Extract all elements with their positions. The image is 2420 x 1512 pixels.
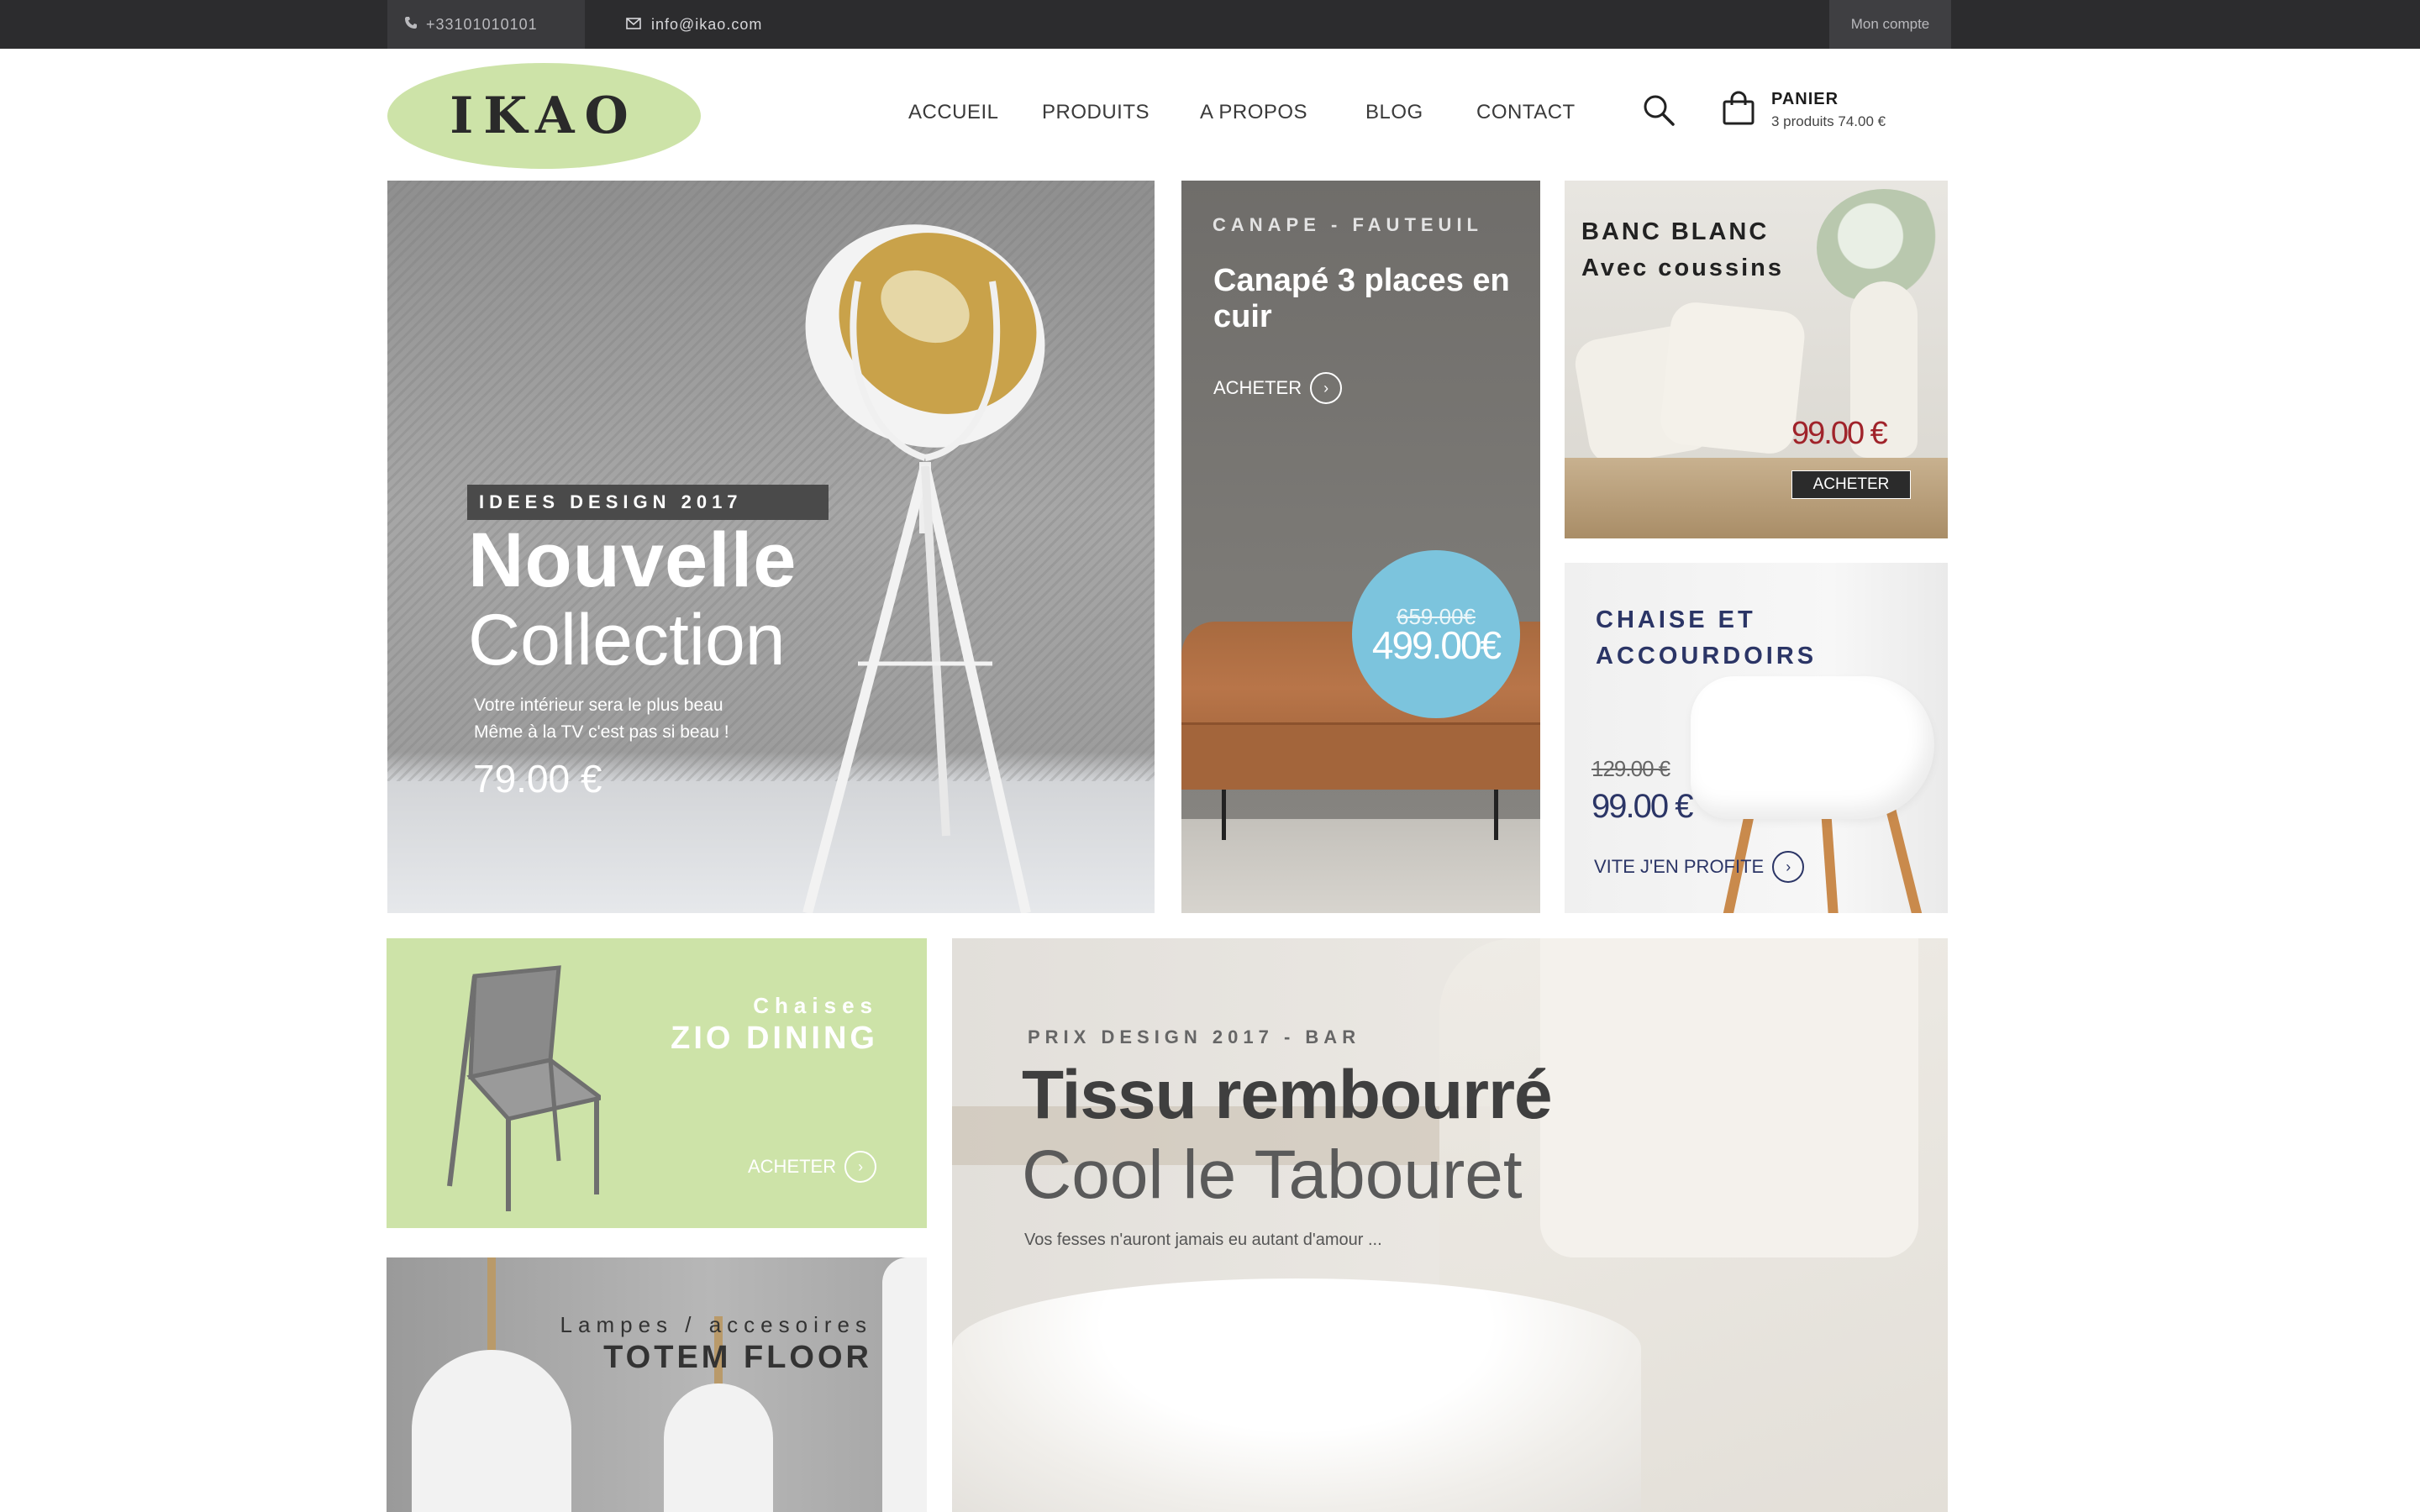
pendant-lamp-image [882, 1257, 927, 1512]
bench-subtitle: Avec coussins [1581, 255, 1785, 281]
chair-new-price: 99.00 € [1591, 788, 1693, 825]
search-icon[interactable] [1641, 92, 1678, 129]
pendant-lamp-image [664, 1383, 773, 1512]
nav-contact[interactable]: CONTACT [1476, 101, 1576, 124]
hero-text-line-1: Votre intérieur sera le plus beau [474, 696, 723, 715]
bar-category: PRIX DESIGN 2017 - BAR [1028, 1026, 1361, 1047]
chevron-right-icon: › [844, 1151, 877, 1183]
hero-tag: IDEES DESIGN 2017 [467, 485, 829, 520]
chair-offer-label: VITE J'EN PROFITE [1594, 856, 1765, 877]
pouf-stool-image [952, 1278, 1641, 1512]
chair-title-2: ACCOURDOIRS [1596, 643, 1818, 669]
logo-text: IKAO [450, 87, 639, 145]
armchair-image [1691, 676, 1934, 819]
site-logo[interactable]: IKAO [387, 63, 701, 169]
sofa-buy-link[interactable]: ACHETER › [1213, 372, 1343, 404]
phone-icon [404, 16, 418, 34]
bench-title: BANC BLANC [1581, 218, 1770, 245]
pillow-image [1658, 300, 1807, 456]
totem-category: Lampes / accesoires [560, 1312, 872, 1337]
bench-banner[interactable]: BANC BLANC Avec coussins 99.00 € ACHETER [1565, 181, 1948, 538]
sofa-seat [1181, 722, 1540, 790]
my-account-link[interactable]: Mon compte [1829, 0, 1951, 49]
dining-chair-image [447, 965, 601, 1211]
nav-accueil[interactable]: ACCUEIL [908, 101, 999, 124]
pendant-cord [487, 1257, 496, 1358]
chair-old-price: 129.00 € [1591, 756, 1670, 781]
zio-title: ZIO DINING [671, 1021, 878, 1056]
pendant-lamp-image [412, 1350, 571, 1512]
bar-title: Tissu rembourré [1022, 1057, 1553, 1133]
chair-banner[interactable]: CHAISE ET ACCOURDOIRS 129.00 € 99.00 € V… [1565, 563, 1948, 913]
zio-buy-link[interactable]: ACHETER › [748, 1151, 877, 1183]
phone-number: +33101010101 [426, 15, 538, 33]
top-phone[interactable]: +33101010101 [387, 0, 585, 49]
nav-produits[interactable]: PRODUITS [1042, 101, 1150, 124]
sale-price-badge: 659.00€ 499.00€ [1352, 550, 1520, 718]
totem-floor-banner[interactable]: Lampes / accesoires TOTEM FLOOR [387, 1257, 927, 1512]
bench-buy-button[interactable]: ACHETER [1791, 470, 1911, 499]
chevron-right-icon: › [1772, 851, 1805, 883]
bench-price: 99.00 € [1791, 416, 1888, 451]
cart-summary[interactable]: 3 produits 74.00 € [1771, 113, 1886, 130]
hero-banner[interactable]: IDEES DESIGN 2017 Nouvelle Collection Vo… [387, 181, 1155, 913]
hero-text-line-2: Même à la TV c'est pas si beau ! [474, 722, 729, 742]
hero-subtitle: Collection [468, 600, 786, 680]
zio-dining-banner[interactable]: Chaises ZIO DINING ACHETER › [387, 938, 927, 1228]
nav-blog[interactable]: BLOG [1365, 101, 1423, 124]
armchair-back [1540, 938, 1918, 1257]
sofa-category: CANAPE - FAUTEUIL [1213, 214, 1483, 235]
top-email[interactable]: info@ikao.com [626, 0, 762, 49]
shopping-bag-icon[interactable] [1721, 91, 1756, 126]
floor [1181, 819, 1540, 913]
sofa-title: Canapé 3 places en cuir [1213, 263, 1510, 334]
hero-title: Nouvelle [468, 517, 797, 603]
chair-leg [1886, 806, 1926, 913]
hero-price: 79.00 € [473, 757, 602, 801]
sofa-banner[interactable]: CANAPE - FAUTEUIL Canapé 3 places en cui… [1181, 181, 1540, 913]
chevron-right-icon: › [1310, 372, 1343, 404]
envelope-icon [626, 16, 641, 34]
zio-buy-label: ACHETER [748, 1156, 837, 1177]
nav-a-propos[interactable]: A PROPOS [1200, 101, 1307, 124]
top-bar: +33101010101 info@ikao.com Mon compte [0, 0, 2420, 49]
bar-text: Vos fesses n'auront jamais eu autant d'a… [1024, 1231, 1382, 1249]
email-address: info@ikao.com [651, 15, 763, 33]
totem-title: TOTEM FLOOR [603, 1340, 872, 1375]
sofa-leg [1494, 790, 1498, 840]
sofa-buy-label: ACHETER [1213, 377, 1302, 398]
bar-subtitle: Cool le Tabouret [1022, 1137, 1523, 1213]
chair-offer-link[interactable]: VITE J'EN PROFITE › [1594, 851, 1805, 883]
new-price: 499.00€ [1371, 623, 1502, 667]
sofa-leg [1222, 790, 1226, 840]
chair-title: CHAISE ET [1596, 606, 1756, 633]
tabouret-banner[interactable]: PRIX DESIGN 2017 - BAR Tissu rembourré C… [952, 938, 1948, 1512]
chair-leg [1820, 806, 1840, 913]
cart-title[interactable]: PANIER [1771, 90, 1839, 109]
zio-category: Chaises [753, 993, 878, 1018]
